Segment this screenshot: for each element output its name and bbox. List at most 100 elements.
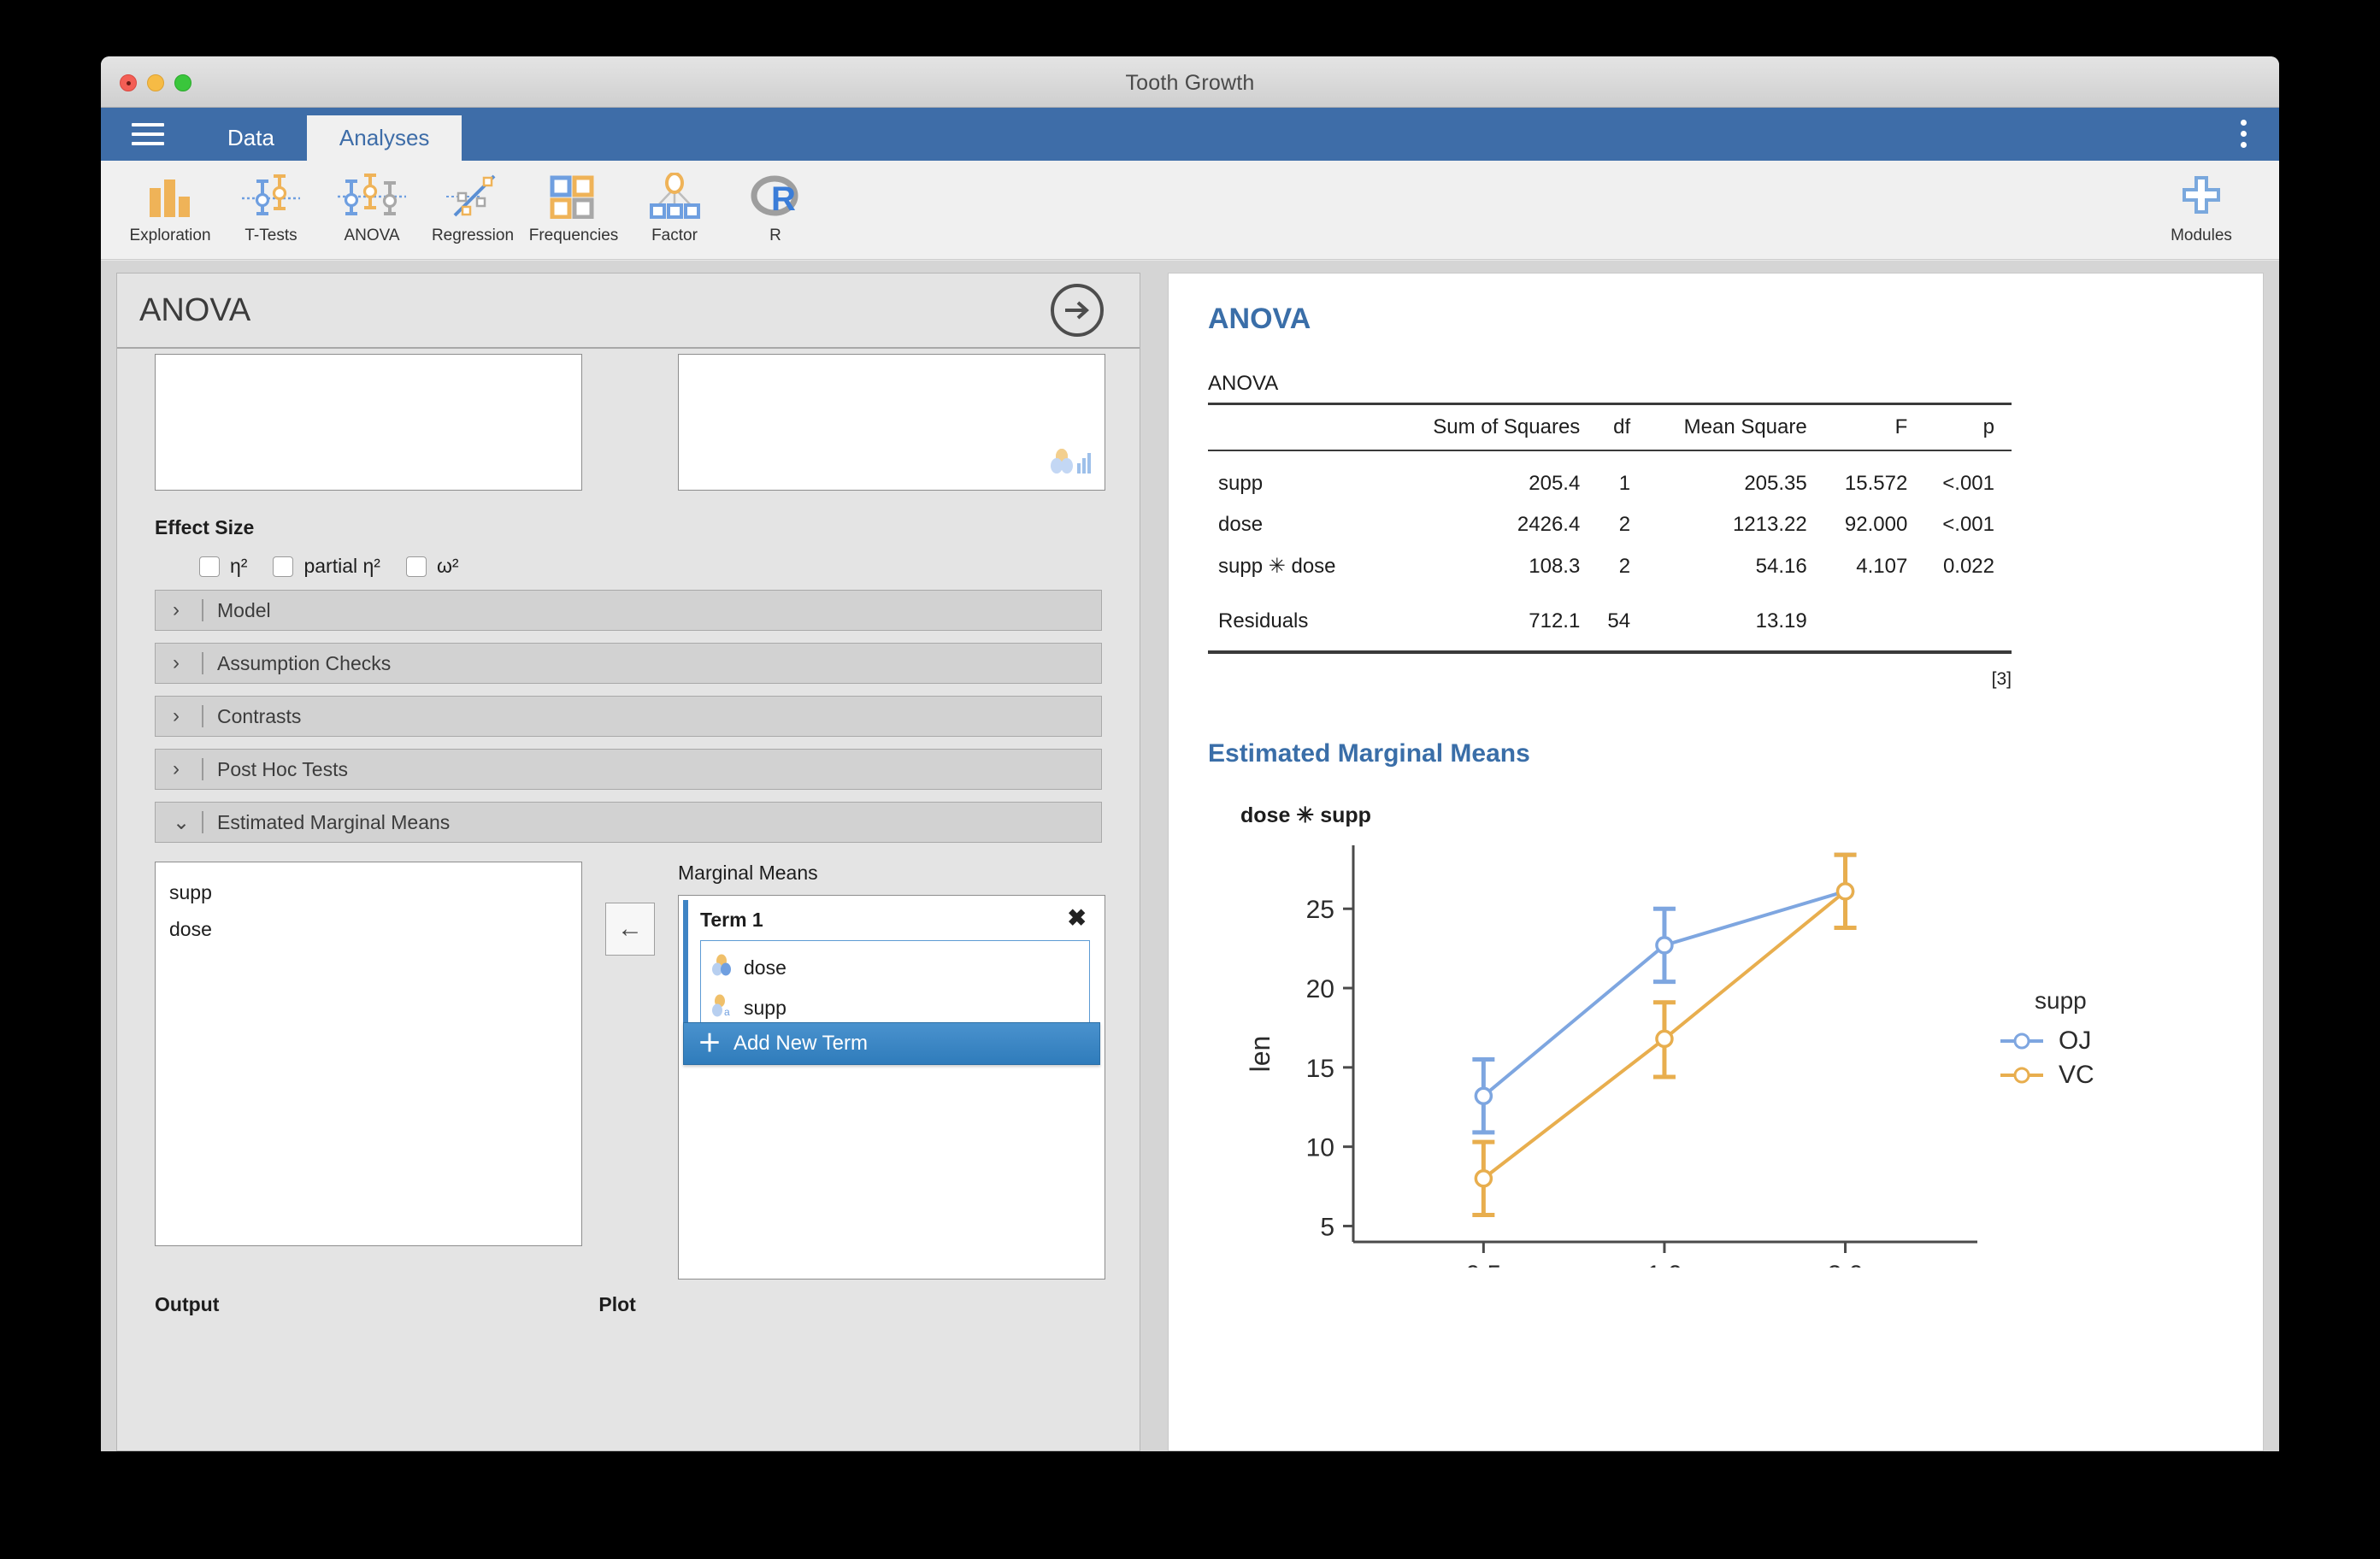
anova-table[interactable]: Sum of Squares df Mean Square F p supp 2…: [1208, 403, 2012, 650]
cell-df: 1: [1618, 472, 1631, 495]
ribbon-item-t-tests[interactable]: T-Tests: [221, 161, 321, 245]
move-variable-column: ←: [582, 862, 678, 1280]
list-item[interactable]: supp: [169, 874, 581, 911]
cell-f: 92.000: [1844, 513, 1908, 536]
checkbox-label-omega-squared: ω²: [436, 555, 459, 577]
marginal-means-plot[interactable]: 5 10 15 20 25 0.5 1.0 2.0 len supp OJ: [1208, 840, 2157, 1289]
checkbox-label-eta-squared: η²: [230, 555, 248, 577]
tab-analyses[interactable]: Analyses: [306, 115, 462, 161]
cell-f: 4.107: [1856, 554, 1908, 578]
ribbon-item-anova[interactable]: ANOVA: [321, 161, 422, 245]
col-mean-square: Mean Square: [1683, 415, 1807, 438]
arrow-left-icon: ←: [617, 915, 643, 943]
divider: [202, 652, 203, 674]
marginal-means-box[interactable]: Term 1 ✖ dose a supp ＋ Add New Term: [678, 895, 1105, 1280]
estimated-marginal-means-body: supp dose ← Marginal Means Term 1 ✖ dose…: [117, 843, 1140, 1280]
term-item-label: supp: [744, 997, 786, 1019]
move-left-button[interactable]: ←: [605, 903, 655, 956]
nominal-text-variable-icon: a: [710, 994, 733, 1022]
plot-caption: dose ✳ supp: [1240, 803, 1371, 827]
plus-icon: ＋: [698, 1030, 722, 1056]
svg-text:20: 20: [1306, 975, 1334, 1003]
cell-p: 0.022: [1942, 554, 1994, 578]
table-row: Residuals 712.1 54 13.19: [1208, 587, 2012, 650]
legend-entry-vc: VC: [1999, 1061, 2094, 1090]
section-estimated-marginal-means[interactable]: ⌄ Estimated Marginal Means: [155, 802, 1102, 843]
analysis-options-panel: ANOVA Effect Size η² partial η² ω² › Mod…: [116, 273, 1140, 1451]
ribbon-item-factor[interactable]: Factor: [624, 161, 725, 245]
section-post-hoc-tests[interactable]: › Post Hoc Tests: [155, 749, 1102, 790]
legend-label: OJ: [2059, 1027, 2092, 1055]
cell-term: supp ✳ dose: [1218, 555, 1336, 578]
cell-ss: 108.3: [1529, 554, 1581, 578]
cell-ms: 13.19: [1755, 609, 1807, 632]
results-heading-anova[interactable]: ANOVA: [1208, 303, 2263, 336]
modules-button[interactable]: Modules: [2146, 169, 2257, 245]
col-df: df: [1613, 415, 1631, 438]
svg-text:15: 15: [1306, 1055, 1334, 1083]
ribbon-label: Regression: [431, 226, 515, 244]
cell-p: <.001: [1942, 472, 1994, 495]
ribbon-item-regression[interactable]: Regression: [422, 161, 523, 245]
divider: [202, 705, 203, 727]
ribbon-label: ANOVA: [344, 226, 400, 244]
results-heading-estimated-marginal-means[interactable]: Estimated Marginal Means: [1208, 739, 2263, 768]
available-variables-list[interactable]: supp dose: [155, 862, 582, 1246]
title-bar: Tooth Growth: [101, 56, 2279, 108]
table-note: [3]: [1991, 669, 2012, 689]
hamburger-menu-icon[interactable]: [101, 108, 195, 161]
cell-df: 2: [1618, 513, 1631, 536]
variable-drop-boxes: [117, 349, 1140, 491]
list-item[interactable]: dose: [169, 911, 581, 948]
checkbox-partial-eta-squared[interactable]: [273, 556, 294, 577]
section-label: Estimated Marginal Means: [217, 810, 451, 833]
divider: [202, 599, 203, 621]
cell-ms: 1213.22: [1732, 513, 1807, 536]
section-assumption-checks[interactable]: › Assumption Checks: [155, 643, 1102, 684]
frequencies-icon: [549, 169, 598, 219]
dropbox-dependent-variable[interactable]: [155, 354, 582, 491]
window-title: Tooth Growth: [1125, 71, 1255, 95]
arrow-right-circle-icon[interactable]: [1051, 284, 1104, 337]
svg-text:2.0: 2.0: [1828, 1261, 1864, 1268]
section-contrasts[interactable]: › Contrasts: [155, 696, 1102, 737]
cell-f: 15.572: [1844, 472, 1908, 495]
results-panel: ANOVA ANOVA Sum of Squares df Mean Squar…: [1168, 273, 2264, 1451]
cell-ms: 54.16: [1755, 554, 1807, 578]
factor-icon: [648, 169, 701, 219]
close-icon[interactable]: ✖: [1067, 907, 1087, 930]
emm-footer: Output Plot: [117, 1280, 1140, 1316]
ribbon-label: Exploration: [129, 226, 211, 244]
tab-data[interactable]: Data: [195, 115, 307, 161]
checkbox-omega-squared[interactable]: [405, 556, 427, 577]
cell-ss: 712.1: [1529, 609, 1581, 632]
panel-splitter[interactable]: [1140, 261, 1149, 1451]
dropbox-fixed-factors[interactable]: [678, 354, 1105, 491]
kebab-menu-icon[interactable]: [2241, 120, 2247, 148]
plus-icon: [2179, 169, 2224, 219]
effect-size-label: Effect Size: [155, 516, 255, 538]
ribbon-item-exploration[interactable]: Exploration: [120, 161, 221, 245]
table-row: supp ✳ dose 108.3 2 54.16 4.107 0.022: [1208, 545, 2012, 587]
t-tests-icon: [240, 169, 302, 219]
ribbon-item-frequencies[interactable]: Frequencies: [523, 161, 624, 245]
chevron-right-icon: ›: [173, 651, 180, 674]
main-tab-bar: Data Analyses: [101, 108, 2279, 161]
cell-ss: 205.4: [1529, 472, 1581, 495]
add-new-term-button[interactable]: ＋ Add New Term: [683, 1022, 1100, 1065]
ribbon-item-r[interactable]: R R: [725, 161, 826, 245]
table-row: supp 205.4 1 205.35 15.572 <.001: [1208, 450, 2012, 504]
section-model[interactable]: › Model: [155, 590, 1102, 631]
section-label: Contrasts: [217, 704, 302, 727]
chevron-right-icon: ›: [173, 704, 180, 727]
main-body: ANOVA Effect Size η² partial η² ω² › Mod…: [101, 261, 2279, 1451]
cell-ms: 205.35: [1744, 472, 1807, 495]
term-item-dose[interactable]: dose: [710, 948, 1081, 988]
divider: [202, 758, 203, 780]
checkbox-eta-squared[interactable]: [199, 556, 220, 577]
output-label: Output: [155, 1293, 220, 1315]
term-title: Term 1: [700, 909, 763, 931]
table-bottom-rule: [1208, 650, 2012, 654]
results-content: ANOVA ANOVA Sum of Squares df Mean Squar…: [1169, 274, 2263, 1289]
checkbox-label-partial-eta-squared: partial η²: [303, 555, 380, 577]
